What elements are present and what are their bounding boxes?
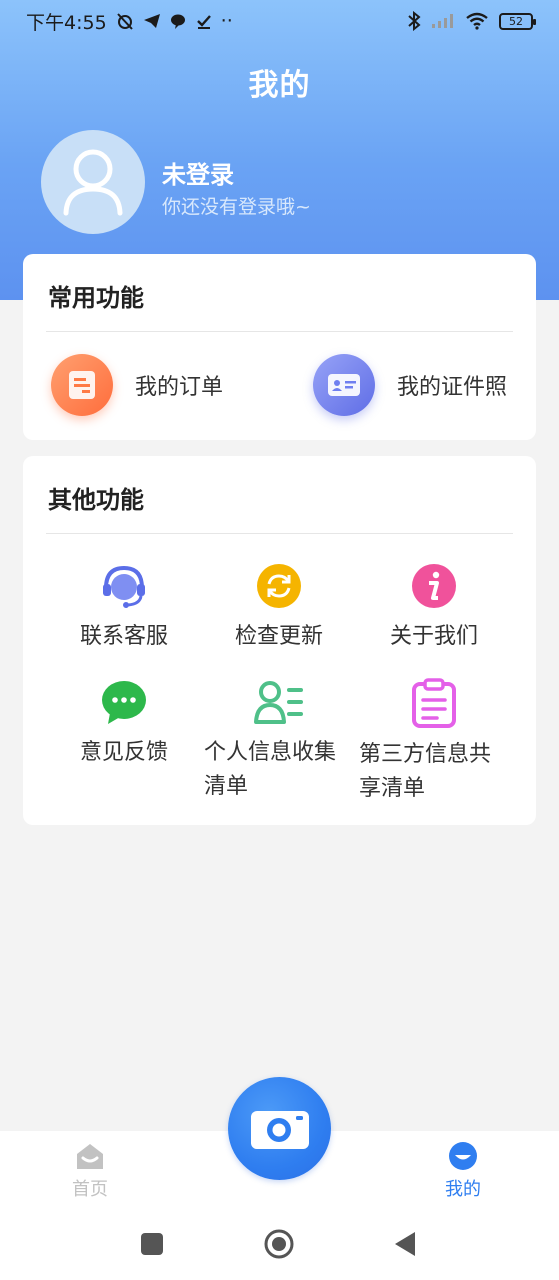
user-subtitle: 你还没有登录哦~	[162, 196, 311, 218]
user-icon	[63, 149, 123, 216]
check-update-button[interactable]: 检查更新	[204, 562, 354, 654]
home-button-icon[interactable]	[263, 1228, 295, 1260]
user-list-icon	[254, 681, 303, 724]
customer-service-icon	[103, 565, 145, 608]
divider	[46, 331, 513, 332]
common-functions-card: 常用功能 我的订单 我的证件照	[23, 254, 536, 440]
camera-icon	[250, 1110, 309, 1149]
order-icon	[51, 354, 113, 416]
mute-alarm-icon	[115, 11, 135, 31]
mine-icon	[449, 1142, 477, 1170]
my-orders-button[interactable]: 我的订单	[51, 354, 223, 416]
other-functions-title: 其他功能	[48, 486, 144, 514]
feedback-button[interactable]: 意见反馈	[49, 678, 199, 770]
my-orders-label: 我的订单	[135, 375, 224, 400]
nav-mine-label: 我的	[445, 1179, 481, 1200]
contact-service-button[interactable]: 联系客服	[49, 562, 199, 654]
chat-bubble-icon	[102, 681, 146, 724]
clipboard-icon	[412, 678, 456, 728]
personal-info-list-button[interactable]: 个人信息收集清单	[204, 678, 354, 804]
refresh-icon	[257, 564, 301, 608]
info-icon	[412, 564, 456, 608]
about-us-button[interactable]: 关于我们	[359, 562, 509, 654]
other-functions-card: 其他功能 联系客服 检查更新 关于我们 意见反馈 个人信息收集清单 第三方信息共…	[23, 456, 536, 825]
status-left: 下午4:55 ··	[26, 8, 233, 35]
third-party-sharing-list-label: 第三方信息共享清单	[359, 742, 492, 801]
home-icon	[77, 1144, 103, 1169]
nav-home[interactable]: 首页	[72, 1141, 108, 1201]
check-update-label: 检查更新	[234, 624, 323, 649]
page-title: 我的	[248, 68, 311, 103]
my-id-photo-label: 我的证件照	[397, 375, 508, 400]
avatar[interactable]	[41, 130, 145, 234]
back-icon[interactable]	[393, 1230, 417, 1258]
system-nav-bar	[0, 1220, 559, 1280]
message-icon	[169, 12, 187, 30]
my-id-photo-button[interactable]: 我的证件照	[313, 354, 507, 416]
status-bar: 下午4:55 ·· 52	[0, 0, 559, 42]
battery-level: 52	[509, 14, 523, 28]
telegram-icon	[143, 12, 161, 30]
personal-info-list-label: 个人信息收集清单	[204, 740, 337, 799]
third-party-sharing-list-button[interactable]: 第三方信息共享清单	[359, 678, 509, 806]
status-dots: ··	[220, 10, 233, 32]
camera-button[interactable]	[228, 1077, 331, 1180]
about-us-label: 关于我们	[389, 624, 478, 649]
feedback-label: 意见反馈	[79, 740, 168, 765]
battery-icon: 52	[499, 12, 536, 30]
status-right: 52	[407, 11, 536, 31]
id-card-icon	[313, 354, 375, 416]
nav-home-label: 首页	[72, 1179, 108, 1200]
bluetooth-icon	[407, 11, 421, 31]
signal-icon	[431, 13, 455, 29]
divider	[46, 533, 513, 534]
wifi-icon	[465, 12, 489, 30]
contact-service-label: 联系客服	[79, 624, 168, 649]
status-time: 下午4:55	[26, 11, 107, 34]
check-icon	[195, 12, 213, 30]
common-functions-title: 常用功能	[48, 284, 144, 312]
user-name[interactable]: 未登录	[162, 155, 234, 190]
nav-mine[interactable]: 我的	[445, 1141, 481, 1201]
recent-apps-icon[interactable]	[140, 1232, 164, 1256]
